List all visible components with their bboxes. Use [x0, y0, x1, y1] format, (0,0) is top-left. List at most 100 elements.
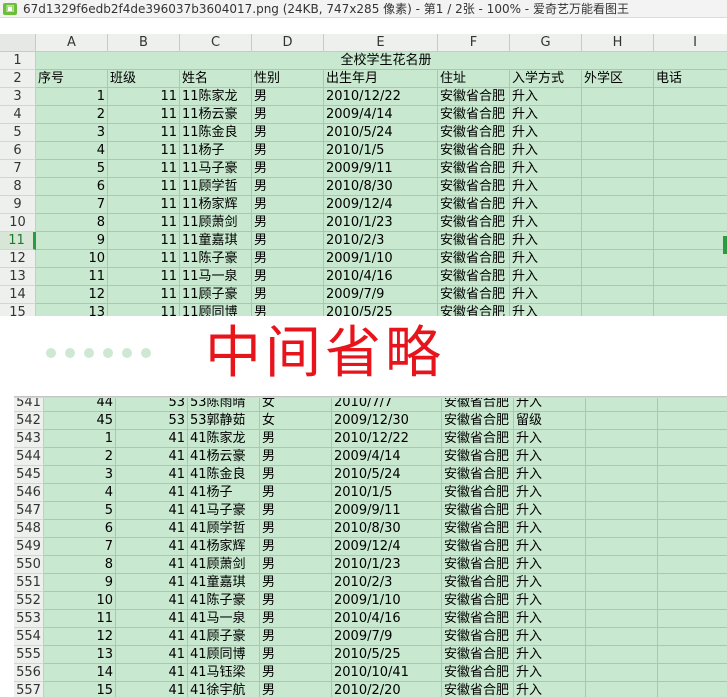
cell-mode[interactable]: 升入 — [514, 592, 586, 610]
cell-empty[interactable] — [658, 430, 727, 448]
cell-seq[interactable]: 9 — [44, 574, 116, 592]
cell-empty[interactable] — [582, 106, 654, 124]
cell-empty[interactable] — [586, 430, 658, 448]
cell-empty[interactable] — [586, 610, 658, 628]
cell-name[interactable]: 11杨子 — [180, 142, 252, 160]
cell-addr[interactable]: 安徽省合肥 — [442, 592, 514, 610]
cell-empty[interactable] — [586, 664, 658, 682]
cell-birth[interactable]: 2010/4/16 — [324, 268, 438, 286]
row-header[interactable]: 1 — [0, 52, 36, 70]
column-header[interactable]: F — [438, 34, 510, 52]
cell-empty[interactable] — [654, 106, 727, 124]
cell-sex[interactable]: 女 — [260, 412, 332, 430]
cell-birth[interactable]: 2009/9/11 — [324, 160, 438, 178]
cell-cls[interactable]: 41 — [116, 520, 188, 538]
cell-mode[interactable]: 升入 — [510, 214, 582, 232]
row-header[interactable]: 15 — [0, 304, 36, 316]
cell-addr[interactable]: 安徽省合肥 — [442, 664, 514, 682]
row-header[interactable]: 9 — [0, 196, 36, 214]
cell-mode[interactable]: 升入 — [514, 538, 586, 556]
cell-name[interactable]: 11陈金良 — [180, 124, 252, 142]
cell-addr[interactable]: 安徽省合肥 — [442, 574, 514, 592]
cell-name[interactable]: 11童嘉琪 — [180, 232, 252, 250]
cell-addr[interactable]: 安徽省合肥 — [442, 646, 514, 664]
scroll-position-marker[interactable] — [723, 236, 727, 254]
field-header[interactable]: 电话 — [654, 70, 727, 88]
cell-mode[interactable]: 升入 — [514, 664, 586, 682]
cell-name[interactable]: 11陈家龙 — [180, 88, 252, 106]
column-header[interactable]: B — [108, 34, 180, 52]
cell-addr[interactable]: 安徽省合肥 — [442, 412, 514, 430]
row-header[interactable]: 10 — [0, 214, 36, 232]
cell-addr[interactable]: 安徽省合肥 — [442, 466, 514, 484]
cell-empty[interactable] — [654, 88, 727, 106]
cell-seq[interactable]: 12 — [44, 628, 116, 646]
cell-seq[interactable]: 44 — [44, 398, 116, 412]
field-header[interactable]: 外学区 — [582, 70, 654, 88]
cell-seq[interactable]: 7 — [44, 538, 116, 556]
cell-addr[interactable]: 安徽省合肥 — [442, 502, 514, 520]
cell-empty[interactable] — [586, 556, 658, 574]
cell-birth[interactable]: 2010/2/20 — [332, 682, 442, 697]
cell-sex[interactable]: 男 — [252, 106, 324, 124]
cell-sex[interactable]: 男 — [260, 538, 332, 556]
cell-name[interactable]: 11顾学哲 — [180, 178, 252, 196]
cell-mode[interactable]: 升入 — [510, 286, 582, 304]
cell-sex[interactable]: 男 — [252, 286, 324, 304]
cell-seq[interactable]: 4 — [36, 142, 108, 160]
cell-name[interactable]: 11顾萧剑 — [180, 214, 252, 232]
cell-empty[interactable] — [586, 520, 658, 538]
row-header[interactable]: 555 — [14, 646, 44, 664]
row-header[interactable]: 2 — [0, 70, 36, 88]
cell-birth[interactable]: 2010/1/23 — [332, 556, 442, 574]
cell-sex[interactable]: 男 — [252, 232, 324, 250]
cell-addr[interactable]: 安徽省合肥 — [442, 398, 514, 412]
cell-mode[interactable]: 升入 — [510, 124, 582, 142]
cell-empty[interactable] — [658, 592, 727, 610]
cell-sex[interactable]: 男 — [252, 160, 324, 178]
cell-birth[interactable]: 2010/1/5 — [332, 484, 442, 502]
cell-empty[interactable] — [582, 250, 654, 268]
cell-name[interactable]: 41顾学哲 — [188, 520, 260, 538]
cell-birth[interactable]: 2010/5/24 — [324, 124, 438, 142]
cell-mode[interactable]: 升入 — [510, 88, 582, 106]
cell-addr[interactable]: 安徽省合肥 — [442, 448, 514, 466]
cell-seq[interactable]: 6 — [36, 178, 108, 196]
cell-birth[interactable]: 2010/12/22 — [324, 88, 438, 106]
cell-addr[interactable]: 安徽省合肥 — [438, 196, 510, 214]
cell-cls[interactable]: 11 — [108, 232, 180, 250]
cell-name[interactable]: 41顾萧剑 — [188, 556, 260, 574]
cell-empty[interactable] — [582, 232, 654, 250]
cell-cls[interactable]: 41 — [116, 556, 188, 574]
cell-cls[interactable]: 41 — [116, 484, 188, 502]
cell-cls[interactable]: 41 — [116, 610, 188, 628]
cell-mode[interactable]: 升入 — [514, 398, 586, 412]
cell-empty[interactable] — [586, 502, 658, 520]
cell-birth[interactable]: 2009/12/4 — [324, 196, 438, 214]
row-header[interactable]: 544 — [14, 448, 44, 466]
cell-seq[interactable]: 8 — [36, 214, 108, 232]
cell-cls[interactable]: 11 — [108, 106, 180, 124]
cell-empty[interactable] — [658, 448, 727, 466]
row-header[interactable]: 4 — [0, 106, 36, 124]
cell-sex[interactable]: 男 — [260, 610, 332, 628]
cell-seq[interactable]: 15 — [44, 682, 116, 697]
cell-name[interactable]: 41杨家辉 — [188, 538, 260, 556]
cell-empty[interactable] — [582, 304, 654, 316]
cell-name[interactable]: 41马一泉 — [188, 610, 260, 628]
cell-mode[interactable]: 升入 — [510, 304, 582, 316]
cell-mode[interactable]: 升入 — [514, 628, 586, 646]
cell-sex[interactable]: 男 — [260, 466, 332, 484]
cell-birth[interactable]: 2010/5/25 — [332, 646, 442, 664]
row-header[interactable]: 14 — [0, 286, 36, 304]
column-header[interactable]: H — [582, 34, 654, 52]
cell-empty[interactable] — [654, 232, 727, 250]
cell-addr[interactable]: 安徽省合肥 — [438, 142, 510, 160]
cell-seq[interactable]: 5 — [44, 502, 116, 520]
row-header[interactable]: 541 — [14, 398, 44, 412]
cell-empty[interactable] — [654, 268, 727, 286]
cell-sex[interactable]: 男 — [252, 268, 324, 286]
field-header[interactable]: 住址 — [438, 70, 510, 88]
cell-empty[interactable] — [658, 466, 727, 484]
cell-addr[interactable]: 安徽省合肥 — [438, 286, 510, 304]
